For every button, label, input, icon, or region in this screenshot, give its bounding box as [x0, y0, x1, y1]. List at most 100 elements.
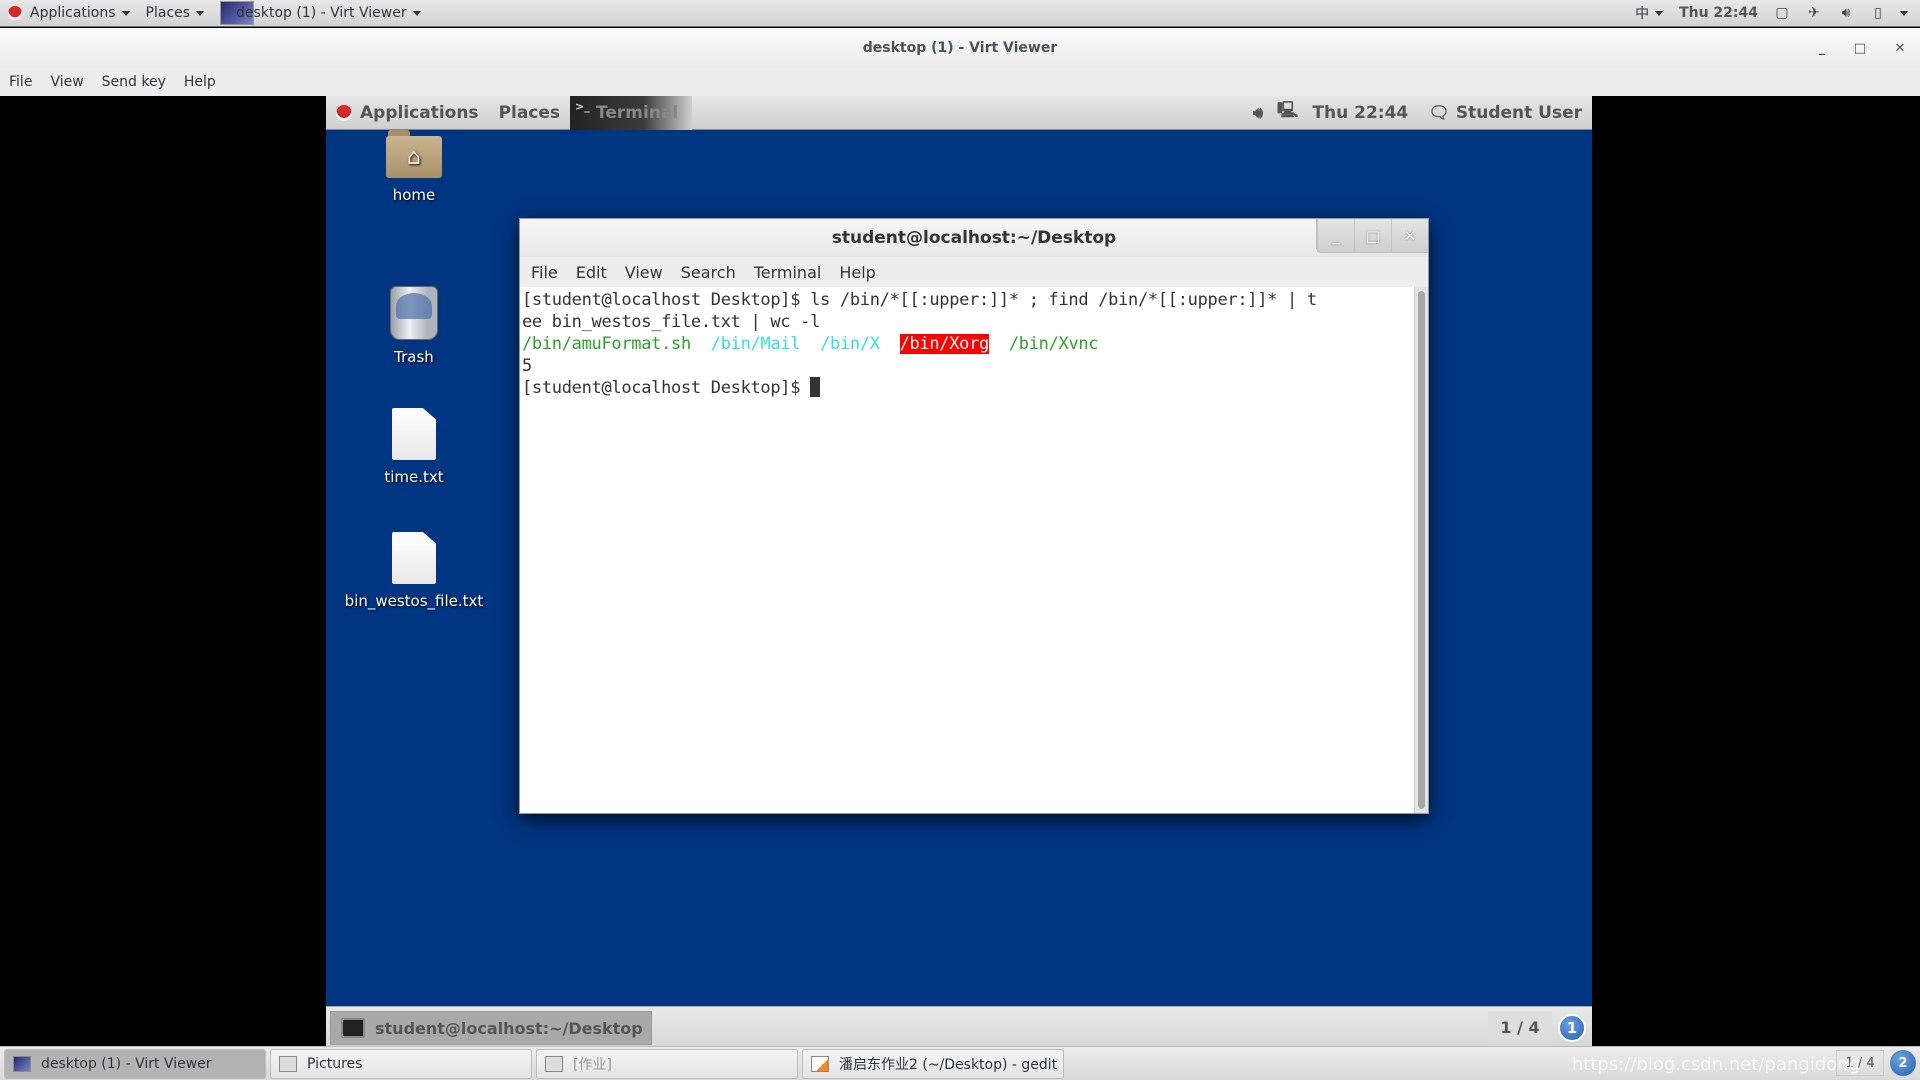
taskbar-item-label: desktop (1) - Virt Viewer [41, 1055, 212, 1072]
terminal-icon [341, 1018, 365, 1038]
ls-entry: /bin/Xvnc [1008, 334, 1099, 354]
desktop-icon-label: Trash [394, 348, 434, 366]
guest-notification-badge[interactable]: 1 [1558, 1014, 1586, 1042]
close-button[interactable]: ✕ [1888, 36, 1912, 60]
terminal-command: ls /bin/*[[:upper:]]* ; find /bin/*[[:up… [810, 290, 1317, 310]
terminal-icon: >_ [575, 99, 590, 113]
taskbar-item-virt-viewer[interactable]: desktop (1) - Virt Viewer [4, 1048, 266, 1079]
chevron-down-icon [121, 10, 130, 16]
terminal-line: 5 [522, 355, 1412, 377]
monitor-icon [13, 1055, 31, 1072]
terminal-title: student@localhost:~/Desktop [831, 228, 1117, 248]
host-applications-menu[interactable]: Applications [0, 0, 138, 27]
chat-icon: 🗨 [1428, 102, 1450, 123]
desktop-icon-home[interactable]: ⌂ home [334, 130, 494, 204]
guest-top-panel: Applications Places >_ Terminal 🔊︎ 🖳 Thu… [326, 96, 1592, 130]
guest-workspace-switcher[interactable]: 1 / 4 [1488, 1011, 1552, 1043]
menu-send-key[interactable]: Send key [93, 74, 175, 90]
text-file-icon [392, 408, 436, 460]
guest-active-app-menu[interactable]: >_ Terminal [570, 96, 693, 130]
guest-applications-menu[interactable]: Applications [326, 96, 489, 130]
home-folder-icon: ⌂ [386, 130, 442, 178]
terminal-scrollbar[interactable] [1414, 287, 1428, 813]
taskbar-item-label: [作业] [573, 1056, 612, 1073]
menu-file[interactable]: File [0, 74, 41, 90]
terminal-prompt: [student@localhost Desktop]$ [522, 290, 811, 310]
desktop-icon-bin-westos-file[interactable]: bin_westos_file.txt [334, 532, 494, 610]
menu-view[interactable]: View [41, 74, 92, 90]
menu-help[interactable]: Help [175, 74, 225, 90]
chevron-down-icon [196, 10, 205, 16]
terminal-menu-terminal[interactable]: Terminal [745, 263, 831, 282]
trash-icon [390, 286, 438, 340]
terminal-maximize-button[interactable]: □ [1354, 219, 1391, 252]
host-notification-badge[interactable]: 2 [1890, 1050, 1916, 1076]
window-icon[interactable]: ▢ [1774, 5, 1790, 21]
ls-entry: /bin/Mail [710, 334, 801, 354]
terminal-menu-search[interactable]: Search [672, 263, 745, 282]
terminal-close-button[interactable]: ✕ [1391, 219, 1428, 252]
guest-places-menu[interactable]: Places [489, 96, 570, 130]
desktop-icon-label: bin_westos_file.txt [344, 592, 484, 610]
desktop-icon-label: home [392, 186, 436, 204]
guest-volume-icon[interactable]: 🔊︎ [1243, 96, 1273, 130]
guest-task-terminal[interactable]: student@localhost:~/Desktop [330, 1011, 652, 1045]
desktop-icon-label: time.txt [384, 468, 444, 486]
terminal-titlebar[interactable]: student@localhost:~/Desktop _ □ ✕ [520, 219, 1428, 257]
desktop-icon-time-txt[interactable]: time.txt [334, 408, 494, 486]
host-clock[interactable]: Thu 22:44 [1671, 0, 1766, 27]
desktop-icon-trash[interactable]: Trash [334, 286, 494, 366]
terminal-menu-help[interactable]: Help [830, 263, 884, 282]
text-editor-icon [811, 1055, 829, 1072]
file-cabinet-icon [279, 1055, 297, 1072]
system-menu-chevron-icon[interactable] [1900, 10, 1908, 16]
host-clock-label: Thu 22:44 [1679, 5, 1758, 21]
terminal-output[interactable]: [student@localhost Desktop]$ ls /bin/*[[… [520, 287, 1414, 813]
host-places-menu[interactable]: Places [138, 0, 213, 27]
taskbar-item-pictures[interactable]: Pictures [270, 1048, 532, 1079]
terminal-minimize-button[interactable]: _ [1317, 219, 1354, 252]
taskbar-item-homework[interactable]: [作业] [536, 1048, 798, 1079]
host-places-label: Places [145, 5, 191, 21]
volume-icon[interactable]: 🔊︎ [1838, 5, 1854, 21]
taskbar-item-gedit[interactable]: 潘启东作业2 (~/Desktop) - gedit [802, 1048, 1064, 1079]
terminal-menubar: File Edit View Search Terminal Help [520, 257, 1428, 287]
ls-entry: /bin/Xorg [899, 334, 989, 354]
guest-places-label: Places [498, 102, 561, 123]
terminal-ls-output-line: /bin/amuFormat.sh /bin/Mail /bin/X /bin/… [522, 333, 1412, 355]
virt-viewer-menubar: File View Send key Help [0, 68, 1920, 96]
terminal-menu-view[interactable]: View [616, 263, 672, 282]
input-method-label: 中 [1635, 6, 1650, 22]
scrollbar-thumb[interactable] [1418, 291, 1425, 809]
guest-bottom-panel: student@localhost:~/Desktop 1 / 4 1 [326, 1006, 1592, 1046]
wc-output: 5 [522, 356, 532, 376]
host-top-panel: Applications Places desktop (1) - Virt V… [0, 0, 1920, 27]
guest-user-menu[interactable]: 🗨 Student User [1418, 96, 1592, 130]
host-active-window-menu[interactable]: desktop (1) - Virt Viewer [212, 0, 429, 27]
guest-task-label: student@localhost:~/Desktop [375, 1018, 643, 1038]
minimize-button[interactable]: _ [1810, 36, 1834, 60]
maximize-button[interactable]: □ [1848, 36, 1872, 60]
guest-active-app-label: Terminal [596, 102, 679, 123]
redhat-logo-icon [8, 6, 22, 20]
ls-entry: /bin/amuFormat.sh [522, 334, 691, 354]
guest-clock[interactable]: Thu 22:44 [1302, 96, 1418, 130]
terminal-command-continued: ee bin_westos_file.txt | wc -l [522, 312, 821, 332]
watermark: https://blog.csdn.net/pangidong [1571, 1054, 1860, 1075]
host-active-window-label: desktop (1) - Virt Viewer [236, 5, 407, 21]
redhat-logo-icon [336, 104, 352, 121]
terminal-prompt: [student@localhost Desktop]$ [522, 378, 811, 398]
terminal-window[interactable]: student@localhost:~/Desktop _ □ ✕ File E… [519, 218, 1429, 814]
terminal-menu-file[interactable]: File [522, 263, 567, 282]
airplane-mode-icon[interactable]: ✈ [1806, 5, 1822, 21]
chevron-down-icon [1655, 10, 1664, 16]
battery-icon[interactable]: ▯ [1870, 5, 1886, 21]
virt-viewer-titlebar: desktop (1) - Virt Viewer _ □ ✕ [0, 28, 1920, 68]
guest-network-icon[interactable]: 🖳 [1273, 96, 1302, 130]
guest-display[interactable]: Applications Places >_ Terminal 🔊︎ 🖳 Thu… [326, 96, 1592, 1046]
guest-applications-label: Applications [360, 102, 479, 123]
chevron-down-icon [412, 10, 421, 16]
taskbar-item-label: 潘启东作业2 (~/Desktop) - gedit [839, 1056, 1058, 1073]
input-method-menu[interactable]: 中 [1627, 0, 1671, 27]
terminal-menu-edit[interactable]: Edit [567, 263, 616, 282]
